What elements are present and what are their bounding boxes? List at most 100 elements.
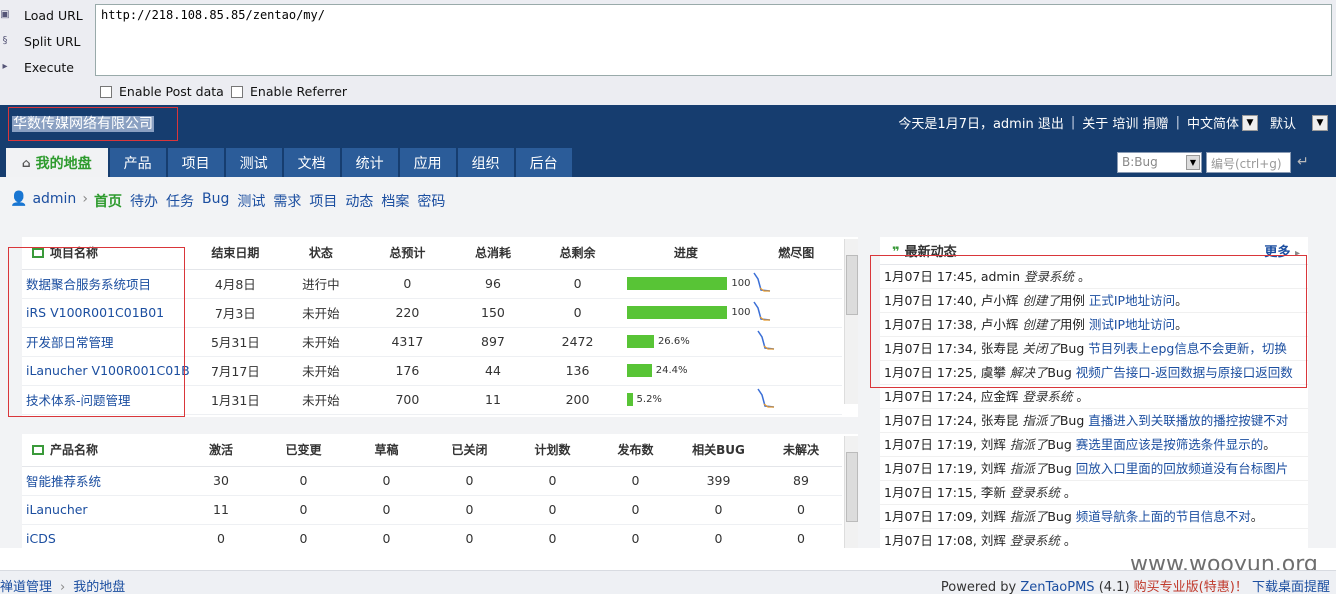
breadcrumb-root[interactable]: 禅道管理 — [0, 580, 52, 594]
dyn-action: 登录系统 — [1023, 269, 1074, 284]
dyn-object[interactable]: 直播进入到关联播放的播控按键不对 — [1088, 413, 1288, 428]
search-input[interactable]: 编号(ctrl+g) — [1206, 152, 1291, 173]
list-item: 1月07日 17:15, 李新 登录系统 。 — [880, 481, 1308, 505]
execute-button[interactable]: ▸ Execute — [0, 55, 90, 79]
theme-select[interactable]: 默认 — [1270, 113, 1296, 132]
cell-burndown[interactable] — [750, 298, 842, 328]
cell-burndown[interactable] — [750, 269, 842, 299]
project-name-link[interactable]: 技术体系-问题管理 — [22, 385, 192, 415]
checkbox-box[interactable] — [231, 85, 243, 98]
project-scrollbar[interactable] — [844, 239, 858, 404]
split-url-button[interactable]: § Split URL — [0, 29, 90, 53]
dyn-type: Bug — [1059, 341, 1085, 356]
chevron-down-icon[interactable]: ▼ — [1241, 114, 1258, 131]
scroll-thumb[interactable] — [846, 255, 858, 315]
burndown-chart-icon[interactable] — [752, 271, 772, 293]
tab-report[interactable]: 统计 — [341, 148, 398, 177]
tab-test[interactable]: 测试 — [225, 148, 282, 177]
download-link[interactable]: 下载桌面提醒 — [1252, 580, 1330, 594]
enable-referrer-checkbox[interactable]: Enable Referrer — [231, 84, 347, 99]
subnav-dynamic[interactable]: 动态 — [345, 191, 373, 211]
dyn-type: Bug — [1047, 365, 1072, 380]
cell-left: 200 — [533, 385, 622, 415]
dyn-object[interactable]: 正式IP地址访问 — [1089, 293, 1175, 308]
dyn-action: 关闭了 — [1022, 341, 1060, 356]
project-table: 项目名称 结束日期 状态 总预计 总消耗 总剩余 进度 燃尽图 数据聚合服务系统… — [22, 237, 842, 415]
project-name-link[interactable]: iRS V100R001C01B01 — [22, 298, 192, 328]
cell-value: 0 — [511, 524, 594, 548]
scroll-thumb[interactable] — [846, 452, 858, 522]
dyn-tail: 。 — [1263, 437, 1276, 452]
cell-burndown[interactable] — [750, 327, 842, 357]
about-link[interactable]: 关于 — [1082, 113, 1108, 132]
enable-post-checkbox[interactable]: Enable Post data — [100, 84, 224, 99]
dyn-object[interactable]: 节目列表上epg信息不会更新，切换 — [1088, 341, 1287, 356]
product-name-link[interactable]: 智能推荐系统 — [22, 466, 180, 496]
col-left: 总剩余 — [533, 237, 622, 270]
enter-icon[interactable]: ↵ — [1297, 152, 1315, 173]
dyn-object[interactable]: 回放入口里面的回放频道没有台标图片 — [1076, 461, 1289, 476]
subnav-test[interactable]: 测试 — [237, 191, 265, 211]
cell-value: 0 — [262, 524, 345, 548]
list-item: 1月07日 17:34, 张寿昆 关闭了Bug 节目列表上epg信息不会更新，切… — [880, 337, 1308, 361]
load-url-button[interactable]: ▣ Load URL — [0, 3, 90, 27]
col-changed: 已变更 — [262, 434, 345, 467]
dyn-action: 创建了 — [1022, 317, 1060, 332]
checkbox-box[interactable] — [100, 85, 112, 98]
subnav-password[interactable]: 密码 — [417, 191, 445, 211]
more-link[interactable]: 更多 ▸ — [1264, 241, 1300, 260]
logout-link[interactable]: 退出 — [1038, 113, 1064, 132]
tab-doc[interactable]: 文档 — [283, 148, 340, 177]
dyn-object[interactable]: 频道导航条上面的节目信息不对 — [1076, 509, 1251, 524]
donate-link[interactable]: 捐赠 — [1143, 113, 1169, 132]
training-link[interactable]: 培训 — [1112, 113, 1138, 132]
dyn-action: 指派了 — [1009, 461, 1048, 476]
dyn-object[interactable]: 视频广告接口-返回数据与原接口返回数 — [1076, 365, 1293, 380]
cell-value: 0 — [594, 466, 677, 496]
burndown-chart-icon[interactable] — [756, 329, 776, 351]
language-select[interactable]: 中文简体 — [1187, 113, 1239, 132]
progress-label: 5.2% — [636, 394, 662, 405]
zentao-link[interactable]: ZenTaoPMS — [1020, 580, 1094, 594]
burndown-chart-icon[interactable] — [756, 387, 776, 409]
chevron-down-icon[interactable]: ▼ — [1312, 114, 1328, 131]
table-row: iLanucher 11 0 0 0 0 0 0 0 — [22, 495, 842, 525]
product-name-link[interactable]: iLanucher — [22, 495, 180, 525]
tab-product[interactable]: 产品 — [109, 148, 166, 177]
cell-burndown[interactable] — [750, 356, 842, 386]
dyn-object[interactable]: 赛选里面应该是按筛选条件显示的 — [1076, 437, 1264, 452]
product-name-link[interactable]: iCDS — [22, 524, 180, 548]
subnav-profile[interactable]: 档案 — [381, 191, 409, 211]
tab-app[interactable]: 应用 — [399, 148, 456, 177]
tab-company[interactable]: 组织 — [457, 148, 514, 177]
tab-admin[interactable]: 后台 — [515, 148, 572, 177]
buy-pro-link[interactable]: 购买专业版(特惠) — [1134, 580, 1235, 594]
tab-my[interactable]: ⌂ 我的地盘 — [6, 148, 108, 177]
cell-burndown[interactable] — [750, 385, 842, 415]
tab-project[interactable]: 项目 — [167, 148, 224, 177]
product-scrollbar[interactable] — [844, 436, 858, 548]
url-textarea[interactable]: http://218.108.85.85/zentao/my/ — [95, 4, 1332, 76]
breadcrumb-current[interactable]: 我的地盘 — [73, 580, 125, 594]
project-name-link[interactable]: 开发部日常管理 — [22, 327, 192, 357]
subnav-home[interactable]: 首页 — [94, 191, 122, 211]
project-name-link[interactable]: 数据聚合服务系统项目 — [22, 269, 192, 299]
chevron-down-icon[interactable]: ▼ — [1186, 155, 1200, 170]
subnav-task[interactable]: 任务 — [166, 191, 194, 211]
dyn-object[interactable]: 测试IP地址访问 — [1089, 317, 1175, 332]
subnav-bug[interactable]: Bug — [202, 191, 229, 211]
subnav-story[interactable]: 需求 — [273, 191, 301, 211]
cell-value: 0 — [345, 524, 428, 548]
dyn-user: admin — [980, 269, 1020, 284]
dynamic-title: 最新动态 — [904, 245, 957, 260]
subnav-project[interactable]: 项目 — [309, 191, 337, 211]
project-name-link[interactable]: iLanucher V100R001C01B — [22, 356, 192, 386]
dyn-tail: 。 — [1063, 485, 1077, 500]
user-menu[interactable]: 👤 admin › — [10, 191, 88, 207]
cell-left: 2472 — [533, 327, 622, 357]
search-type-select[interactable]: B:Bug ▼ — [1117, 152, 1202, 173]
product-table-body: 智能推荐系统 30 0 0 0 0 0 399 89 iLanucher 11 0 0 0 0 0 0 0 iCDS… — [22, 466, 842, 548]
project-panel: 项目名称 结束日期 状态 总预计 总消耗 总剩余 进度 燃尽图 数据聚合服务系统… — [22, 237, 858, 417]
subnav-todo[interactable]: 待办 — [130, 191, 158, 211]
burndown-chart-icon[interactable] — [752, 300, 772, 322]
